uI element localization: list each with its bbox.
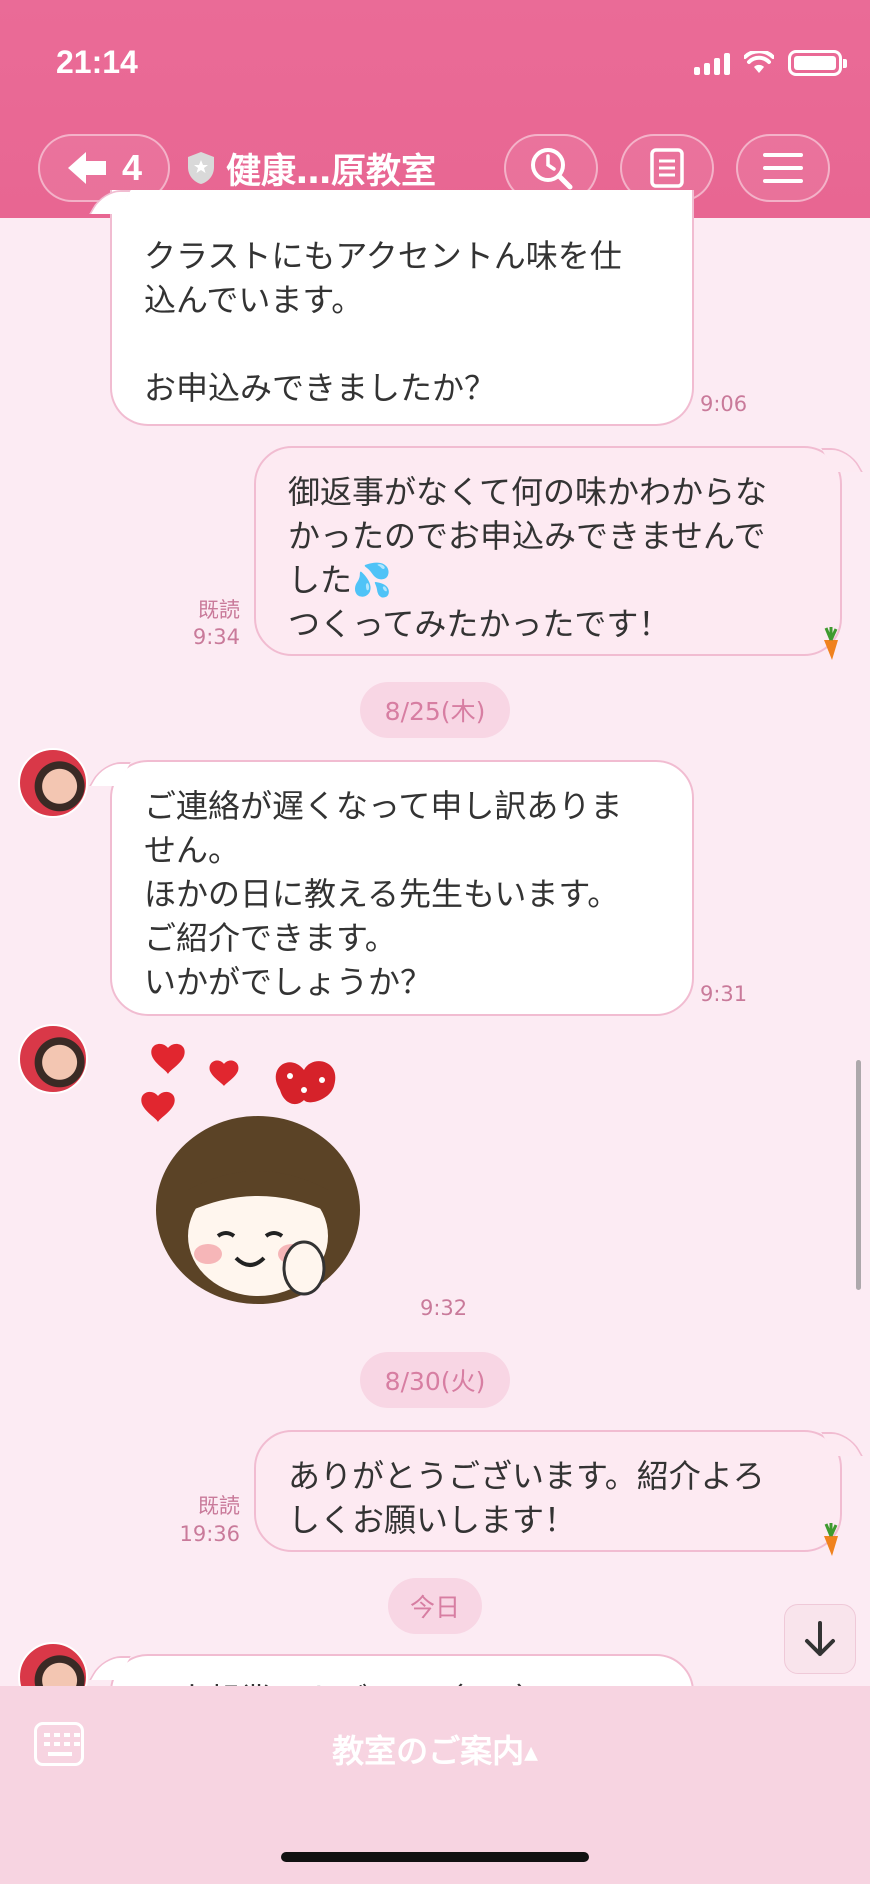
message-bubble[interactable]: クラストにもアクセントん味を仕 込んでいます。 お申込みできましたか？ bbox=[110, 190, 694, 426]
hamburger-icon bbox=[763, 153, 803, 183]
back-arrow-icon bbox=[67, 152, 106, 184]
status-icons bbox=[694, 46, 847, 80]
read-receipt: 既読 bbox=[198, 598, 240, 622]
message-bubble[interactable]: 御返事がなくて何の味かわからな かったのでお申込みできませんで した💦 つくって… bbox=[254, 446, 842, 656]
date-separator: 8/30(火) bbox=[360, 1352, 510, 1408]
top-bar: 21:14 4 健康…原教室 bbox=[0, 0, 870, 218]
avatar[interactable] bbox=[18, 748, 88, 818]
rich-menu-label: 教室のご案内 bbox=[332, 1732, 525, 1770]
menu-button[interactable] bbox=[736, 134, 830, 202]
message-time: 9:34 bbox=[192, 625, 240, 649]
scroll-to-bottom-button[interactable] bbox=[784, 1604, 856, 1674]
cellular-signal-icon bbox=[694, 51, 730, 75]
read-receipt: 既読 bbox=[198, 1494, 240, 1518]
shield-icon bbox=[188, 152, 214, 184]
message-bubble[interactable]: ありがとうございます。紹介よろ しくお願いします！ bbox=[254, 1430, 842, 1552]
arrow-down-icon bbox=[805, 1621, 835, 1656]
unread-count: 4 bbox=[121, 147, 143, 188]
rich-menu-toggle[interactable]: 教室のご案内▲ bbox=[0, 1726, 870, 1772]
clock-search-icon bbox=[531, 148, 573, 190]
message-time: 9:32 bbox=[420, 1296, 468, 1320]
date-separator: 今日 bbox=[388, 1578, 482, 1634]
chat-title-text: 健康…原教室 bbox=[226, 151, 437, 192]
message-time: 9:31 bbox=[700, 982, 748, 1006]
home-indicator bbox=[281, 1852, 589, 1862]
scrollbar[interactable] bbox=[856, 1060, 861, 1290]
date-separator: 8/25(木) bbox=[360, 682, 510, 738]
message-time: 9:06 bbox=[700, 392, 748, 416]
message-time: 19:36 bbox=[179, 1522, 240, 1546]
carrot-icon bbox=[824, 627, 838, 660]
carrot-icon bbox=[824, 1523, 838, 1556]
sticker-girl-with-hearts[interactable] bbox=[140, 1040, 390, 1320]
wifi-icon bbox=[744, 51, 774, 73]
chat-title[interactable]: 健康…原教室 bbox=[186, 145, 437, 192]
message-bubble[interactable]: ご連絡が遅くなって申し訳ありま せん。 ほかの日に教える先生もいます。 ご紹介で… bbox=[110, 760, 694, 1016]
battery-icon bbox=[788, 50, 847, 76]
avatar[interactable] bbox=[18, 1024, 88, 1094]
note-icon bbox=[650, 148, 684, 188]
status-time: 21:14 bbox=[56, 44, 138, 80]
caret-up-icon: ▲ bbox=[524, 1742, 538, 1764]
rich-menu-bar: 教室のご案内▲ bbox=[0, 1686, 870, 1884]
